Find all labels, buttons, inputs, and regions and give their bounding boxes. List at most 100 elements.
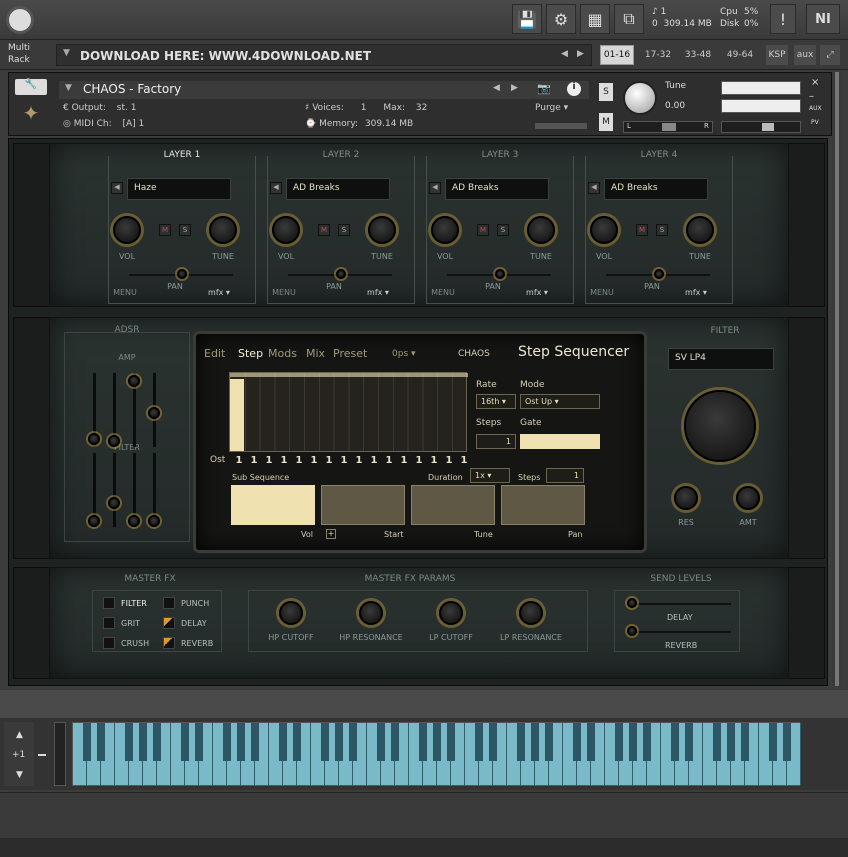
tab-49-64[interactable]: 49-64: [722, 45, 758, 65]
fader-handle[interactable]: [108, 435, 120, 447]
black-key[interactable]: [516, 723, 526, 761]
fader-handle[interactable]: [128, 375, 140, 387]
purge-menu[interactable]: Purge ▾: [535, 103, 568, 113]
adsr-fader[interactable]: [108, 453, 120, 527]
adsr-fader[interactable]: [148, 453, 160, 527]
menu-button[interactable]: MENU: [105, 288, 145, 297]
filter-type-select[interactable]: SV LP4: [668, 348, 774, 370]
black-key[interactable]: [334, 723, 344, 761]
fx-toggle-punch[interactable]: [163, 597, 175, 609]
black-key[interactable]: [278, 723, 288, 761]
fx-param-knob[interactable]: [439, 601, 463, 625]
step-value[interactable]: 1: [324, 455, 334, 466]
vol-knob[interactable]: [272, 216, 300, 244]
pitch-wheel[interactable]: [54, 722, 66, 786]
fader-handle[interactable]: [88, 515, 100, 527]
step-value[interactable]: 1: [279, 455, 289, 466]
sub-vol-label[interactable]: Vol: [301, 530, 313, 539]
tune-knob[interactable]: [623, 81, 657, 115]
save-icon[interactable]: 💾: [512, 4, 542, 34]
black-key[interactable]: [782, 723, 792, 761]
black-key[interactable]: [572, 723, 582, 761]
octave-control[interactable]: ▲ +1 ▼: [4, 722, 34, 786]
fader-handle[interactable]: [128, 515, 140, 527]
volume-slider[interactable]: [721, 121, 801, 133]
steps-stepper[interactable]: 1: [476, 434, 516, 449]
step-value[interactable]: 1: [444, 455, 454, 466]
black-key[interactable]: [376, 723, 386, 761]
black-key[interactable]: [740, 723, 750, 761]
aux-label[interactable]: AUX: [809, 105, 822, 112]
add-icon[interactable]: +: [326, 529, 336, 539]
vol-knob[interactable]: [431, 216, 459, 244]
fader-handle[interactable]: [148, 515, 160, 527]
adsr-fader[interactable]: [88, 373, 100, 447]
solo-button[interactable]: S: [599, 83, 613, 101]
sub-pan-pad[interactable]: [501, 485, 585, 525]
step-value[interactable]: 1: [339, 455, 349, 466]
fader-handle[interactable]: [88, 433, 100, 445]
tab-33-48[interactable]: 33-48: [680, 45, 716, 65]
step-value[interactable]: 1: [369, 455, 379, 466]
adsr-fader[interactable]: [88, 453, 100, 527]
tune-knob[interactable]: [686, 216, 714, 244]
layer-solo-button[interactable]: S: [179, 224, 191, 236]
sub-pan-label[interactable]: Pan: [568, 530, 582, 539]
step-grid[interactable]: [229, 372, 468, 452]
kontakt-logo-icon[interactable]: [6, 6, 34, 34]
sub-vol-pad[interactable]: [231, 485, 315, 525]
black-key[interactable]: [768, 723, 778, 761]
step-value[interactable]: 1: [354, 455, 364, 466]
next-instrument-icon[interactable]: ▶: [511, 83, 518, 93]
step-value[interactable]: 1: [429, 455, 439, 466]
fader-handle[interactable]: [108, 497, 120, 509]
amt-knob[interactable]: [736, 486, 760, 510]
horizontal-scrollbar[interactable]: [0, 838, 848, 857]
duration-select[interactable]: 1x ▾: [470, 468, 510, 483]
aux-button[interactable]: aux: [794, 45, 816, 65]
black-key[interactable]: [348, 723, 358, 761]
step-value[interactable]: 1: [414, 455, 424, 466]
layer-preset[interactable]: Haze: [127, 178, 231, 200]
output-row[interactable]: € Output: st. 1: [63, 103, 136, 113]
black-key[interactable]: [670, 723, 680, 761]
delay-send-slider[interactable]: [627, 598, 731, 608]
pan-slider[interactable]: [288, 269, 392, 279]
tab-step[interactable]: Step: [238, 347, 263, 360]
collapse-icon[interactable]: ⤢: [820, 45, 840, 65]
layer-mute-button[interactable]: M: [477, 224, 489, 236]
menu-button[interactable]: MENU: [582, 288, 622, 297]
tune-knob[interactable]: [527, 216, 555, 244]
prev-arrow-icon[interactable]: ◀: [561, 49, 568, 59]
next-arrow-icon[interactable]: ▶: [577, 49, 584, 59]
pan-slider[interactable]: [606, 269, 710, 279]
black-key[interactable]: [432, 723, 442, 761]
layer-solo-button[interactable]: S: [338, 224, 350, 236]
black-key[interactable]: [446, 723, 456, 761]
fx-toggle-delay[interactable]: [163, 617, 175, 629]
layer-preset[interactable]: AD Breaks: [445, 178, 549, 200]
speaker-icon[interactable]: ◀: [588, 182, 600, 194]
reverb-send-slider[interactable]: [627, 626, 731, 636]
black-key[interactable]: [628, 723, 638, 761]
step-value[interactable]: 1: [264, 455, 274, 466]
adsr-fader[interactable]: [128, 453, 140, 527]
pan-slider[interactable]: [447, 269, 551, 279]
sub-start-pad[interactable]: [321, 485, 405, 525]
step-value[interactable]: 1: [234, 455, 244, 466]
piano-keyboard[interactable]: [72, 722, 801, 786]
sub-tune-pad[interactable]: [411, 485, 495, 525]
menu-button[interactable]: MENU: [423, 288, 463, 297]
sub-steps-stepper[interactable]: 1: [546, 468, 584, 483]
black-key[interactable]: [390, 723, 400, 761]
black-key[interactable]: [474, 723, 484, 761]
black-key[interactable]: [418, 723, 428, 761]
layer-mute-button[interactable]: M: [636, 224, 648, 236]
fx-param-knob[interactable]: [279, 601, 303, 625]
mode-select[interactable]: Ost Up ▾: [520, 394, 600, 409]
step-value[interactable]: 1: [294, 455, 304, 466]
tune-knob[interactable]: [209, 216, 237, 244]
black-key[interactable]: [586, 723, 596, 761]
layer-mute-button[interactable]: M: [318, 224, 330, 236]
instrument-name[interactable]: CHAOS - Factory: [83, 82, 181, 96]
